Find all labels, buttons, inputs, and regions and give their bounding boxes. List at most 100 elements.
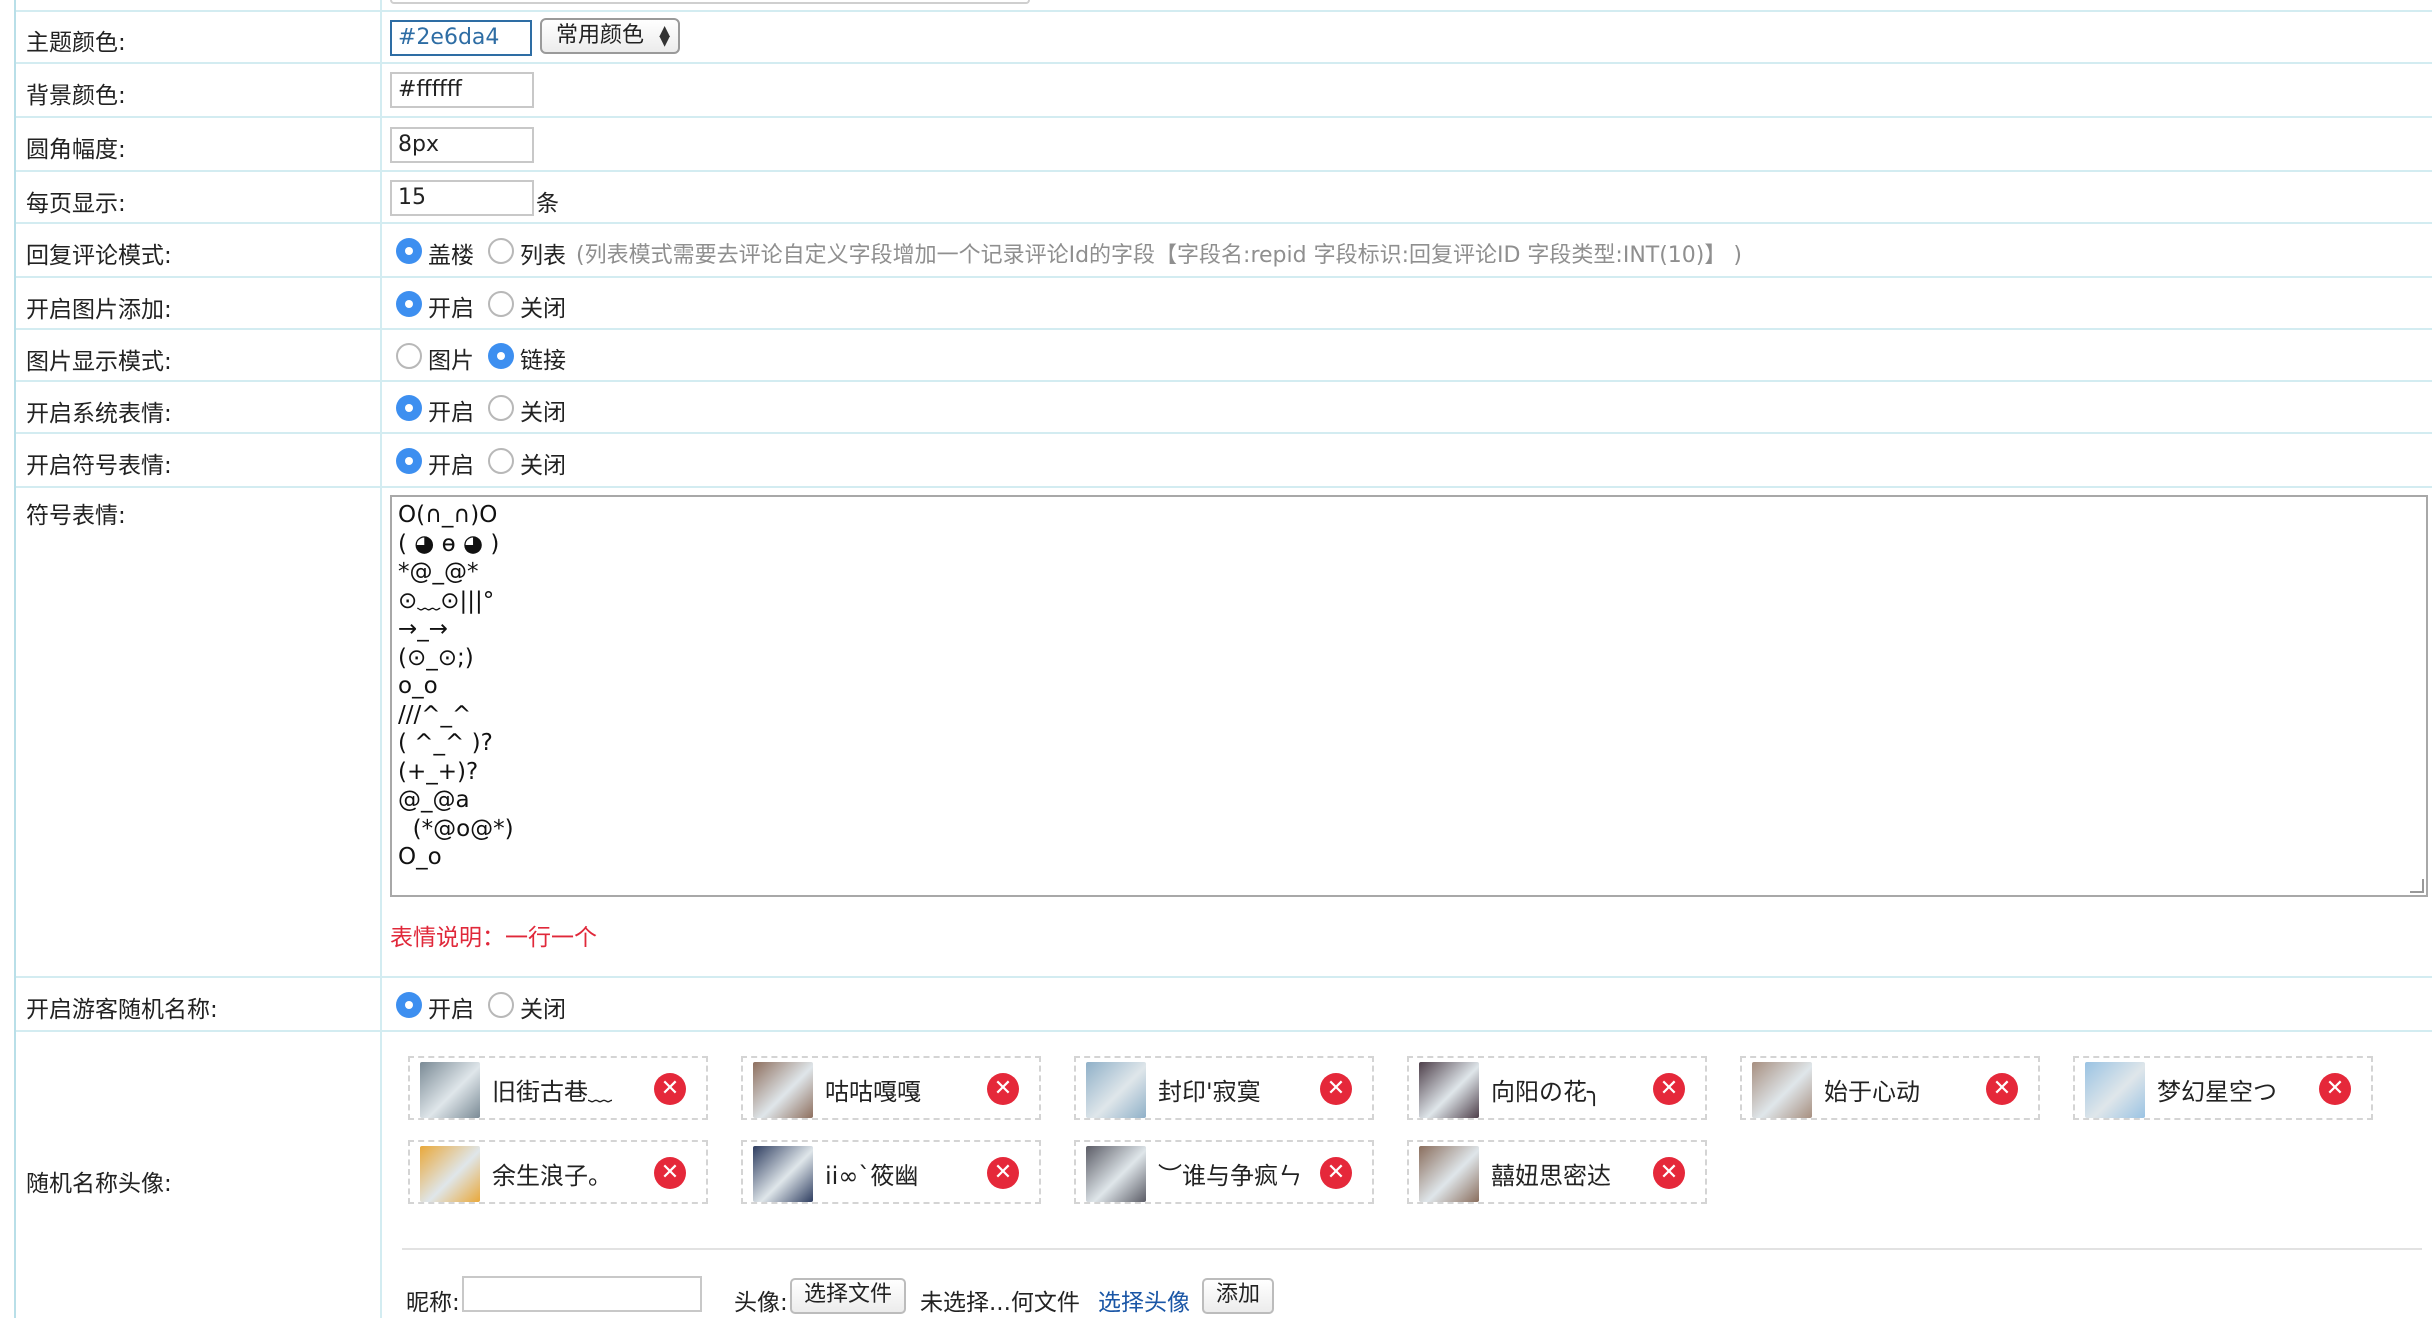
avatar-card: ︶谁与争疯ㄣ ✕ — [1074, 1140, 1374, 1204]
avatar-name: 咕咕嘎嘎 — [825, 1078, 921, 1106]
bg-color-input[interactable]: #ffffff — [390, 72, 534, 108]
emoji-line: O(∩_∩)O — [398, 502, 498, 528]
delete-icon[interactable]: ✕ — [1320, 1157, 1352, 1189]
image-add-off-radio[interactable] — [488, 291, 514, 317]
radius-label: 圆角幅度: — [26, 137, 126, 163]
delete-icon[interactable]: ✕ — [987, 1073, 1019, 1105]
avatar-card: 旧街古巷﹏ ✕ — [408, 1056, 708, 1120]
emoji-line: o_o — [398, 673, 438, 699]
common-colors-select[interactable]: 常用颜色 ▲ ▼ — [540, 18, 680, 54]
system-emoji-off-radio[interactable] — [488, 395, 514, 421]
avatar-card: 向阳の花╮ ✕ — [1407, 1056, 1707, 1120]
avatar-thumbnail — [1752, 1062, 1812, 1118]
row-image-mode: 图片显示模式: 图片 链接 — [16, 330, 2432, 382]
image-add-on-label: 开启 — [428, 296, 474, 322]
image-mode-image-radio[interactable] — [396, 343, 422, 369]
row-per-page: 每页显示: 15 条 — [16, 172, 2432, 224]
choose-file-button[interactable]: 选择文件 — [790, 1278, 907, 1314]
row-system-emoji: 开启系统表情: 开启 关闭 — [16, 382, 2432, 434]
symbol-emoji-off-label: 关闭 — [520, 453, 566, 479]
row-bg-color: 背景颜色: #ffffff — [16, 64, 2432, 118]
pick-avatar-link[interactable]: 选择头像 — [1098, 1283, 1190, 1317]
avatar-card: 余生浪子。 ✕ — [408, 1140, 708, 1204]
reply-mode-label: 回复评论模式: — [26, 243, 172, 269]
add-button[interactable]: 添加 — [1202, 1278, 1275, 1314]
avatar-thumbnail — [1419, 1146, 1479, 1202]
avatar-name: ︶谁与争疯ㄣ — [1158, 1162, 1302, 1190]
delete-icon[interactable]: ✕ — [654, 1157, 686, 1189]
avatar-name: 余生浪子。 — [492, 1162, 612, 1190]
row-image-add: 开启图片添加: 开启 关闭 — [16, 278, 2432, 330]
divider — [402, 1248, 2422, 1250]
reply-mode-floor-label: 盖楼 — [428, 243, 474, 269]
delete-icon[interactable]: ✕ — [1320, 1073, 1352, 1105]
theme-color-label: 主题颜色: — [26, 30, 126, 56]
reply-mode-list-radio[interactable] — [488, 238, 514, 264]
delete-icon[interactable]: ✕ — [654, 1073, 686, 1105]
system-emoji-off-label: 关闭 — [520, 400, 566, 426]
guest-name-off-label: 关闭 — [520, 997, 566, 1023]
delete-icon[interactable]: ✕ — [1986, 1073, 2018, 1105]
avatar-card: 咕咕嘎嘎 ✕ — [741, 1056, 1041, 1120]
row-guest-name: 开启游客随机名称: 开启 关闭 — [16, 978, 2432, 1032]
image-mode-link-label: 链接 — [520, 348, 566, 374]
reply-mode-hint: (列表模式需要去评论自定义字段增加一个记录评论Id的字段【字段名:repid 字… — [576, 243, 1742, 268]
theme-color-input[interactable]: #2e6da4 — [390, 20, 532, 56]
avatar-upload-label: 头像: — [734, 1290, 788, 1316]
image-add-label: 开启图片添加: — [26, 297, 172, 323]
top-strip — [16, 0, 2432, 12]
resize-grip-icon[interactable] — [2410, 879, 2424, 893]
avatar-thumbnail — [753, 1062, 813, 1118]
avatar-name: ii∞`筱幽 — [825, 1162, 919, 1190]
image-mode-image-label: 图片 — [428, 348, 474, 374]
per-page-input[interactable]: 15 — [390, 180, 534, 216]
nickname-input[interactable] — [462, 1276, 702, 1312]
symbol-emoji-note: 表情说明：一行一个 — [390, 925, 597, 951]
system-emoji-on-radio[interactable] — [396, 395, 422, 421]
guest-name-on-radio[interactable] — [396, 992, 422, 1018]
avatar-name: 梦幻星空つ — [2157, 1078, 2277, 1106]
emoji-line: ⊙﹏⊙|||° — [398, 587, 495, 614]
emoji-line: ///^_^ — [398, 701, 472, 728]
avatar-name: 封印'寂寞 — [1158, 1078, 1261, 1106]
emoji-line: ( ◕ ө ◕ ) — [398, 530, 500, 557]
reply-mode-floor-radio[interactable] — [396, 238, 422, 264]
radius-input[interactable]: 8px — [390, 127, 534, 163]
emoji-line: @_@a — [398, 787, 470, 813]
emoji-line: ( ^_^ )? — [398, 730, 493, 756]
symbol-emoji-on-label: 开启 — [428, 453, 474, 479]
system-emoji-label: 开启系统表情: — [26, 401, 172, 427]
image-mode-link-radio[interactable] — [488, 343, 514, 369]
delete-icon[interactable]: ✕ — [2319, 1073, 2351, 1105]
avatar-thumbnail — [420, 1146, 480, 1202]
nickname-label: 昵称: — [406, 1290, 460, 1316]
guest-name-off-radio[interactable] — [488, 992, 514, 1018]
avatar-card: ii∞`筱幽 ✕ — [741, 1140, 1041, 1204]
avatar-thumbnail — [2085, 1062, 2145, 1118]
bg-color-label: 背景颜色: — [26, 83, 126, 109]
delete-icon[interactable]: ✕ — [987, 1157, 1019, 1189]
emoji-line: →_→ — [398, 616, 449, 642]
row-reply-mode: 回复评论模式: 盖楼 列表 (列表模式需要去评论自定义字段增加一个记录评论Id的… — [16, 224, 2432, 278]
avatar-card: 囍妞思密达 ✕ — [1407, 1140, 1707, 1204]
emoji-line: O_o — [398, 844, 442, 870]
previous-field-edge — [390, 0, 1030, 4]
select-arrows-icon: ▲ ▼ — [659, 23, 670, 49]
delete-icon[interactable]: ✕ — [1653, 1157, 1685, 1189]
symbol-emoji-toggle-label: 开启符号表情: — [26, 453, 172, 479]
reply-mode-list-label: 列表 — [520, 243, 566, 269]
image-mode-label: 图片显示模式: — [26, 349, 172, 375]
emoji-line: (⊙_⊙;) — [398, 644, 474, 671]
image-add-on-radio[interactable] — [396, 291, 422, 317]
per-page-unit: 条 — [536, 191, 559, 217]
symbol-emoji-on-radio[interactable] — [396, 448, 422, 474]
avatar-thumbnail — [1086, 1062, 1146, 1118]
symbol-emoji-off-radio[interactable] — [488, 448, 514, 474]
symbol-emoji-textarea[interactable]: O(∩_∩)O ( ◕ ө ◕ ) *@_@* ⊙﹏⊙|||° →_→ (⊙_⊙… — [390, 495, 2428, 897]
guest-name-label: 开启游客随机名称: — [26, 997, 218, 1023]
row-theme-color: 主题颜色: #2e6da4 常用颜色 ▲ ▼ — [16, 12, 2432, 64]
per-page-label: 每页显示: — [26, 191, 126, 217]
emoji-line: *@_@* — [398, 559, 479, 585]
avatar-card: 封印'寂寞 ✕ — [1074, 1056, 1374, 1120]
delete-icon[interactable]: ✕ — [1653, 1073, 1685, 1105]
